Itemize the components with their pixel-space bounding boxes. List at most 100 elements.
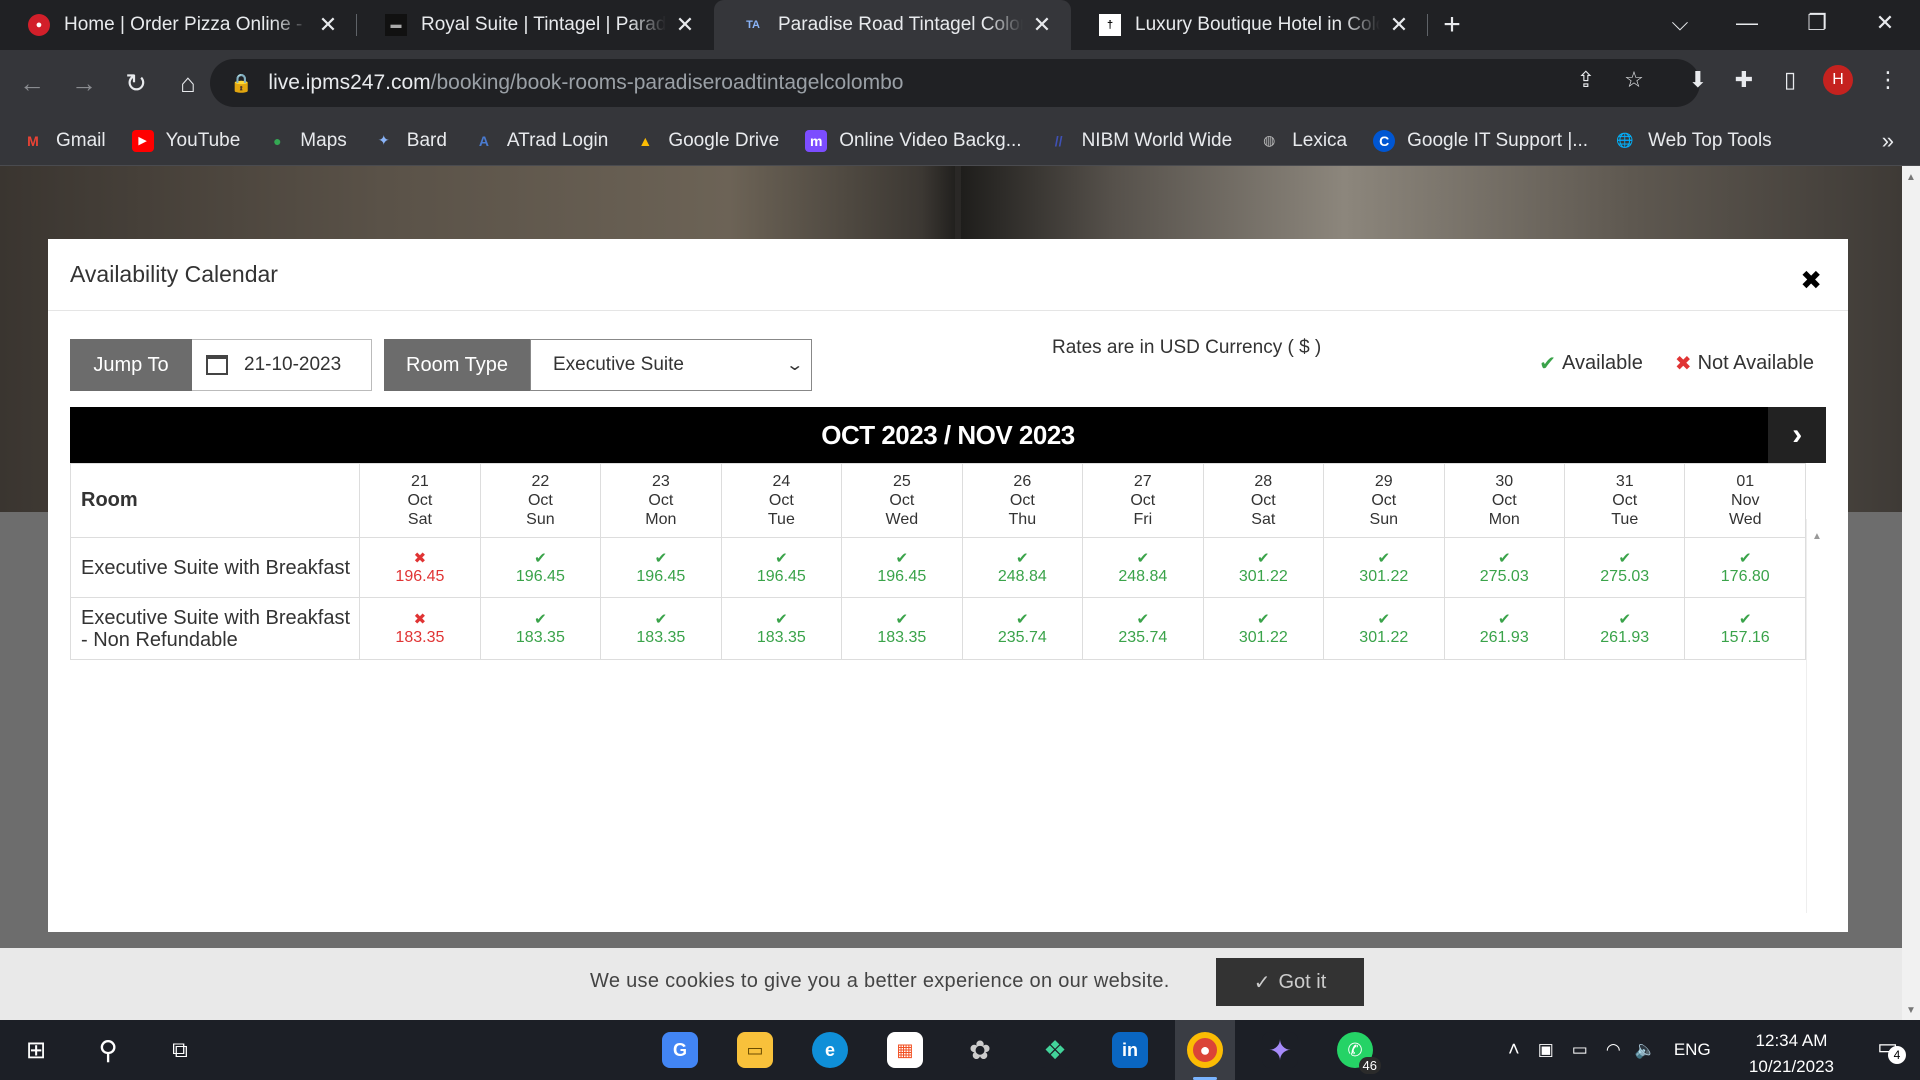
bookmark-atrad[interactable]: A ATrad Login	[473, 130, 608, 152]
address-bar[interactable]: 🔒 live.ipms247.com/booking/book-rooms-pa…	[210, 59, 1700, 107]
tab-royal-suite[interactable]: ▬ Royal Suite | Tintagel | Paradise Road…	[357, 0, 714, 50]
bookmark-youtube[interactable]: ▶ YouTube	[131, 129, 240, 152]
rate-cell-available[interactable]: ✔ 196.45	[841, 537, 963, 598]
tab-luxury-boutique[interactable]: † Luxury Boutique Hotel in Colombo ✕	[1071, 0, 1428, 50]
page-scrollbar[interactable]: ▲ ▼	[1902, 166, 1920, 1020]
start-button[interactable]: ⊞	[6, 1020, 66, 1080]
scroll-down-icon[interactable]: ▼	[1906, 1005, 1916, 1016]
close-tab-icon[interactable]: ✕	[1388, 12, 1410, 38]
jump-to-button[interactable]: Jump To	[70, 339, 192, 391]
bookmark-video-bg[interactable]: m Online Video Backg...	[805, 129, 1022, 152]
cookie-accept-button[interactable]: ✓ Got it	[1216, 958, 1364, 1006]
reload-icon[interactable]: ↻	[116, 63, 156, 103]
bookmark-nibm[interactable]: // NIBM World Wide	[1048, 130, 1233, 152]
menu-kebab-icon[interactable]: ⋮	[1866, 58, 1910, 102]
new-tab-button[interactable]: +	[1428, 0, 1476, 50]
bookmark-maps[interactable]: ● Maps	[266, 130, 347, 152]
search-button[interactable]: ⚲	[78, 1020, 138, 1080]
taskbar-chatgpt[interactable]: ✿	[950, 1020, 1010, 1080]
next-period-button[interactable]: ›	[1768, 407, 1826, 463]
cookie-button-label: Got it	[1278, 970, 1327, 993]
rate-cell-available[interactable]: ✔ 261.93	[1563, 597, 1686, 660]
room-type-select[interactable]: Executive Suite ⌄	[530, 339, 812, 391]
rate-cell-unavailable[interactable]: ✖ 183.35	[359, 597, 481, 660]
table-scrollbar[interactable]: ▲ ▼	[1806, 519, 1826, 913]
extensions-icon[interactable]: ✚	[1722, 58, 1766, 102]
rate-cell-available[interactable]: ✔ 183.35	[479, 597, 602, 660]
availability-modal: Availability Calendar ✖ Jump To 21-10-20…	[48, 239, 1848, 932]
bookmarks-overflow-icon[interactable]: »	[1882, 116, 1894, 166]
rate-cell-available[interactable]: ✔ 235.74	[961, 597, 1084, 660]
bookmark-google-it[interactable]: C Google IT Support |...	[1373, 129, 1588, 152]
minimize-icon[interactable]: —	[1712, 0, 1782, 46]
taskbar-store[interactable]: ▦	[875, 1020, 935, 1080]
rate-cell-available[interactable]: ✔ 183.35	[600, 597, 722, 660]
rate-cell-available[interactable]: ✔ 176.80	[1684, 537, 1806, 598]
rate-cell-available[interactable]: ✔ 196.45	[479, 537, 602, 598]
rate-cell-available[interactable]: ✔ 183.35	[841, 597, 963, 660]
wifi-icon[interactable]: ◠	[1606, 1040, 1621, 1060]
rate-cell-available[interactable]: ✔ 261.93	[1443, 597, 1566, 660]
rate-cell-available[interactable]: ✔ 196.45	[600, 537, 722, 598]
lock-icon[interactable]: 🔒	[230, 73, 252, 94]
home-icon[interactable]: ⌂	[168, 63, 208, 103]
notifications-button[interactable]: ▭ 4	[1877, 1034, 1906, 1064]
cross-icon: ✖	[1674, 353, 1692, 375]
rate-cell-available[interactable]: ✔ 275.03	[1443, 537, 1566, 598]
rate-cell-available[interactable]: ✔ 248.84	[1082, 537, 1204, 598]
close-icon[interactable]: ✖	[1800, 265, 1822, 296]
bookmark-web-top-tools[interactable]: 🌐 Web Top Tools	[1614, 130, 1771, 152]
scroll-up-icon[interactable]: ▲	[1812, 531, 1822, 542]
share-icon[interactable]: ⇪	[1564, 58, 1608, 102]
taskbar-google-translate[interactable]: G	[650, 1020, 710, 1080]
check-icon: ✔	[1618, 610, 1632, 628]
task-view-button[interactable]: ⧉	[150, 1020, 210, 1080]
profile-avatar[interactable]: H	[1816, 58, 1860, 102]
restore-icon[interactable]: ❐	[1782, 0, 1852, 46]
back-icon[interactable]: ←	[12, 63, 52, 103]
taskbar-whatsapp[interactable]: ✆ 46	[1325, 1020, 1385, 1080]
date-field[interactable]: 21-10-2023	[192, 339, 372, 391]
rate-cell-available[interactable]: ✔ 196.45	[720, 537, 843, 598]
rate-cell-available[interactable]: ✔ 157.16	[1684, 597, 1806, 660]
taskbar-file-explorer[interactable]: ▭	[725, 1020, 785, 1080]
tab-pizza[interactable]: ● Home | Order Pizza Online - Deli ✕	[0, 0, 357, 50]
bookmark-gmail[interactable]: M Gmail	[22, 130, 105, 152]
rate-cell-available[interactable]: ✔ 235.74	[1082, 597, 1204, 660]
language-indicator[interactable]: ENG	[1674, 1040, 1711, 1060]
taskbar-edge[interactable]: e	[800, 1020, 860, 1080]
extension-update-icon[interactable]: ⬇	[1676, 58, 1720, 102]
rate-cell-available[interactable]: ✔ 248.84	[961, 537, 1084, 598]
rate-cell-available[interactable]: ✔ 275.03	[1563, 537, 1686, 598]
forward-icon[interactable]: →	[64, 63, 104, 103]
close-tab-icon[interactable]: ✕	[674, 12, 696, 38]
edge-icon: e	[812, 1032, 848, 1068]
rate-cell-available[interactable]: ✔ 301.22	[1202, 597, 1325, 660]
bookmark-bard[interactable]: ✦ Bard	[373, 130, 447, 152]
close-tab-icon[interactable]: ✕	[317, 12, 339, 38]
tab-paradise-road[interactable]: TA Paradise Road Tintagel Colombo ✕	[714, 0, 1071, 50]
bookmark-star-icon[interactable]: ☆	[1612, 58, 1656, 102]
rate-cell-available[interactable]: ✔ 301.22	[1323, 537, 1445, 598]
clock[interactable]: 12:34 AM 10/21/2023	[1749, 1028, 1834, 1080]
volume-icon[interactable]: 🔈	[1635, 1040, 1656, 1060]
scroll-up-icon[interactable]: ▲	[1906, 172, 1916, 183]
taskbar-linkedin[interactable]: in	[1100, 1020, 1160, 1080]
bookmark-lexica[interactable]: ◍ Lexica	[1258, 130, 1347, 152]
bookmark-drive[interactable]: ▲ Google Drive	[634, 130, 779, 152]
rate-cell-available[interactable]: ✔ 301.22	[1323, 597, 1445, 660]
taskbar-chrome[interactable]: ●	[1175, 1020, 1235, 1080]
taskbar-copilot[interactable]: ✦	[1250, 1020, 1310, 1080]
calendar-controls: Jump To 21-10-2023 Room Type Executive S…	[70, 339, 812, 391]
close-tab-icon[interactable]: ✕	[1031, 12, 1053, 38]
battery-icon[interactable]: ▭	[1572, 1040, 1588, 1060]
taskbar-app[interactable]: ❖	[1025, 1020, 1085, 1080]
rate-cell-available[interactable]: ✔ 183.35	[720, 597, 843, 660]
rate-cell-available[interactable]: ✔ 301.22	[1202, 537, 1325, 598]
rate-cell-unavailable[interactable]: ✖ 196.45	[359, 537, 481, 598]
close-window-icon[interactable]: ✕	[1850, 0, 1920, 46]
meet-icon[interactable]: ▣	[1538, 1040, 1554, 1060]
side-panel-icon[interactable]: ▯	[1768, 58, 1812, 102]
tab-search-icon[interactable]: ⌵	[1645, 0, 1715, 46]
chevron-up-icon[interactable]: ˄	[1508, 1039, 1520, 1062]
